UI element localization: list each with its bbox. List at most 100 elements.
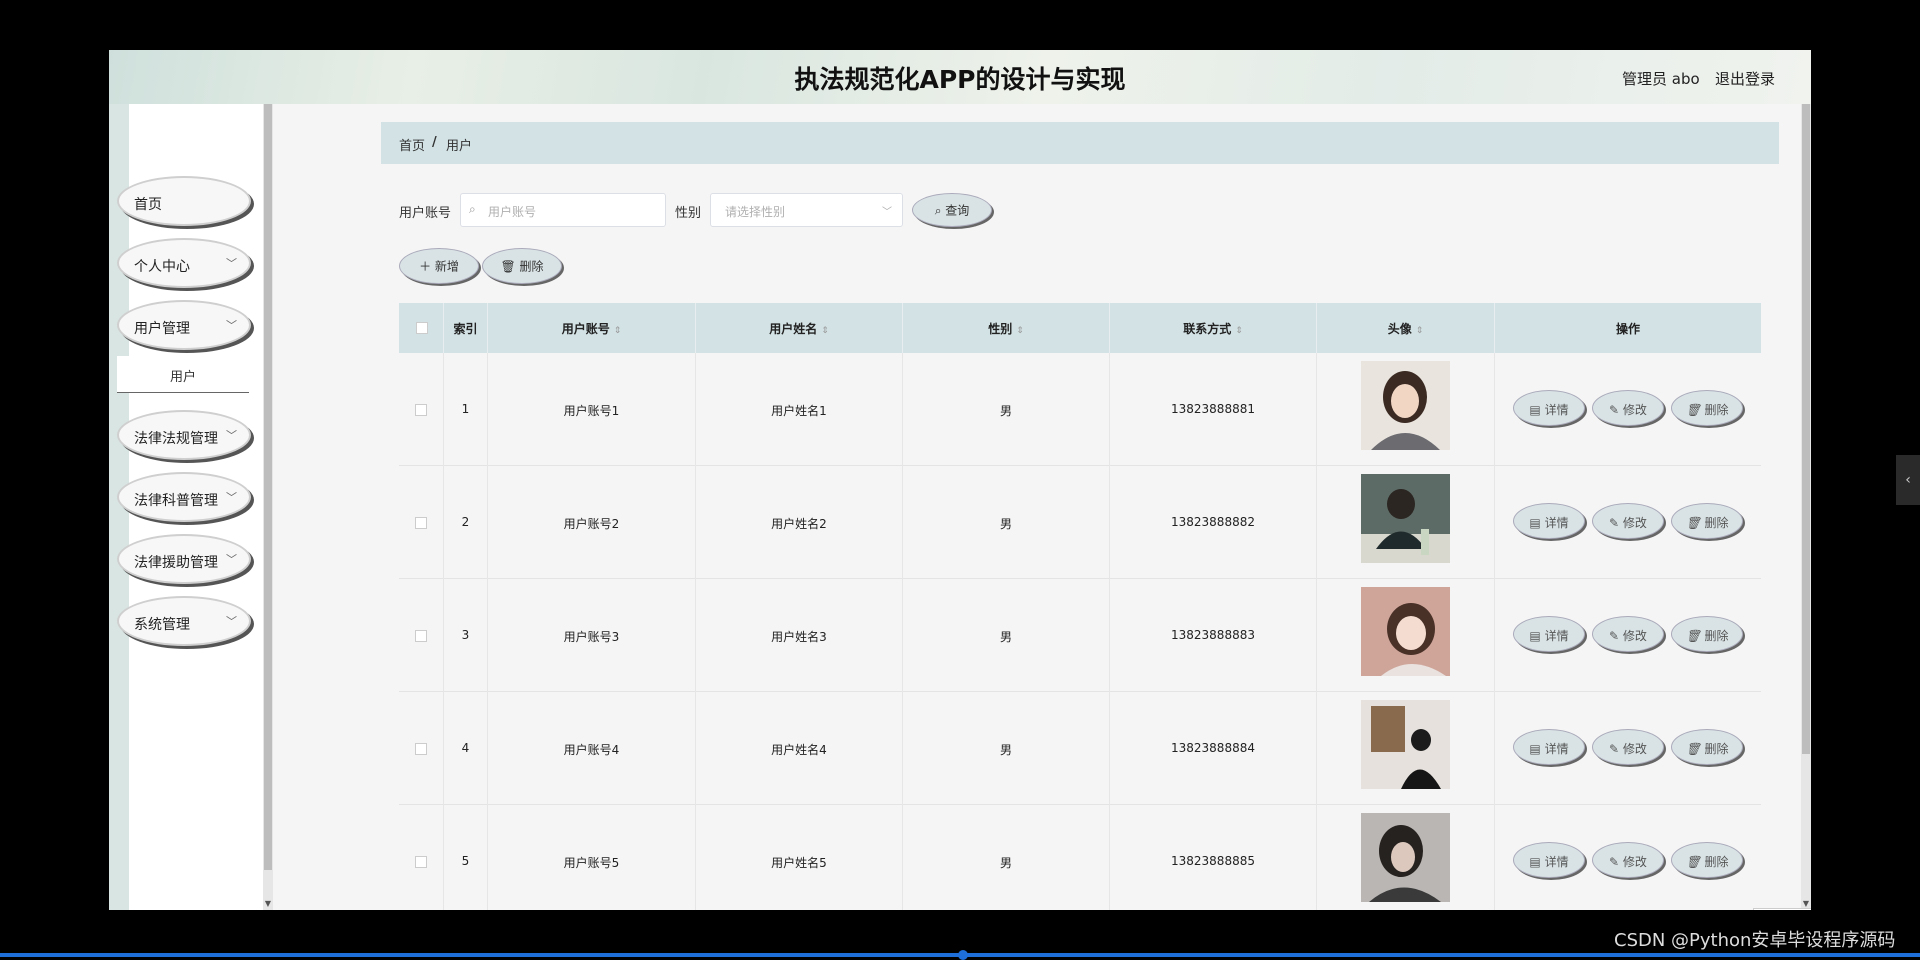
breadcrumb: 首页 / 用户 [381,122,1779,164]
search-icon: ⌕ [469,202,476,216]
gender-filter-label: 性别 [675,206,702,221]
breadcrumb-home[interactable]: 首页 [399,135,425,154]
gender-select-placeholder: 请选择性别 [725,205,786,219]
avatar-image[interactable] [1361,361,1450,450]
row-index: 1 [461,402,470,416]
sort-icon[interactable]: ⇕ [1235,326,1243,336]
account-search-input[interactable]: ⌕ 用户账号 [460,193,666,227]
table-header: 索引 用户账号 ⇕ 用户姓名 ⇕ 性别 ⇕ 联系方式 ⇕ 头像 ⇕ 操作 [399,303,1761,353]
progress-knob[interactable] [958,950,968,960]
account-search-label: 用户账号 [399,206,452,221]
header-label: 索引 [453,322,478,336]
add-button[interactable]: ＋ 新增 [399,248,479,284]
sidebar-item-user-management[interactable]: 用户管理 ﹀ [117,300,251,350]
delete-button-label: 删除 [1704,742,1729,756]
row-phone: 13823888882 [1171,515,1255,529]
app-window: 执法规范化APP的设计与实现 管理员 abo 退出登录 首页 个人中心 ﹀ 用户… [109,50,1811,910]
row-phone: 13823888881 [1171,402,1255,416]
header-avatar[interactable]: 头像 ⇕ [1317,303,1495,353]
row-gender: 男 [999,856,1012,870]
detail-button[interactable]: ▤ 详情 [1513,842,1585,878]
video-progress-bar[interactable] [0,950,1920,960]
sidebar: 首页 个人中心 ﹀ 用户管理 ﹀ 用户 法律法规管理 ﹀ 法律科普管理 ﹀ 法律… [109,104,263,910]
row-name: 用户姓名4 [771,743,827,757]
sort-icon[interactable]: ⇕ [1016,326,1024,336]
sort-icon[interactable]: ⇕ [821,326,829,336]
avatar-image[interactable] [1361,700,1450,789]
header-label: 联系方式 [1183,322,1232,336]
pencil-icon: ✎ [1609,403,1623,417]
detail-button[interactable]: ▤ 详情 [1513,729,1585,765]
avatar-image[interactable] [1361,587,1450,676]
header-label: 头像 [1387,322,1412,336]
main-scrollbar[interactable]: ▼ [1801,104,1811,910]
delete-button[interactable]: 🗑 删除 [1671,616,1743,652]
query-button[interactable]: ⌕ 查询 [912,193,992,227]
row-checkbox[interactable] [415,630,427,642]
delete-button[interactable]: 🗑 删除 [1671,842,1743,878]
sidebar-scrollbar[interactable]: ▼ [263,104,273,910]
row-checkbox[interactable] [415,743,427,755]
detail-button[interactable]: ▤ 详情 [1513,616,1585,652]
collapse-side-panel-button[interactable]: ‹ [1896,455,1920,505]
sidebar-item-laws[interactable]: 法律法规管理 ﹀ [117,410,251,460]
scrollbar-thumb[interactable] [264,104,272,870]
sort-icon[interactable]: ⇕ [614,326,622,336]
header-phone[interactable]: 联系方式 ⇕ [1110,303,1317,353]
sidebar-item-system[interactable]: 系统管理 ﹀ [117,596,251,646]
detail-button[interactable]: ▤ 详情 [1513,503,1585,539]
detail-button[interactable]: ▤ 详情 [1513,390,1585,426]
scrollbar-thumb[interactable] [1802,104,1810,754]
user-table: 索引 用户账号 ⇕ 用户姓名 ⇕ 性别 ⇕ 联系方式 ⇕ 头像 ⇕ 操作 1 用… [399,303,1761,910]
table-row: 3 用户账号3 用户姓名3 男 13823888883 ▤ 详情 ✎ 修改 🗑 … [399,579,1761,692]
scroll-down-arrow-icon[interactable]: ▼ [1801,899,1811,908]
delete-button[interactable]: 🗑 删除 [1671,390,1743,426]
row-checkbox[interactable] [415,517,427,529]
row-index: 2 [461,515,470,529]
edit-button[interactable]: ✎ 修改 [1592,729,1664,765]
delete-button-label: 删除 [519,259,544,274]
sidebar-item-label: 法律法规管理 [134,431,218,447]
header-label: 操作 [1615,322,1640,336]
table-row: 4 用户账号4 用户姓名4 男 13823888884 ▤ 详情 ✎ 修改 🗑 … [399,692,1761,805]
edit-button[interactable]: ✎ 修改 [1592,616,1664,652]
avatar-image[interactable] [1361,474,1450,563]
edit-button[interactable]: ✎ 修改 [1592,842,1664,878]
edit-button[interactable]: ✎ 修改 [1592,390,1664,426]
row-account: 用户账号2 [563,517,620,531]
chevron-down-icon: ﹀ [882,207,892,218]
header-name[interactable]: 用户姓名 ⇕ [696,303,903,353]
sidebar-item-legal-education[interactable]: 法律科普管理 ﹀ [117,472,251,522]
ime-toolbar[interactable]: S 中 •, 🎤 ⌨ 👕 ▦ [1753,908,1811,910]
row-checkbox[interactable] [415,856,427,868]
edit-button-label: 修改 [1622,403,1647,417]
row-index: 3 [461,628,470,642]
document-icon: ▤ [1529,855,1545,869]
gender-select[interactable]: 请选择性别 ﹀ [710,193,903,227]
breadcrumb-separator: / [432,135,437,150]
delete-button-label: 删除 [1704,629,1729,643]
delete-button[interactable]: 🗑 删除 [1671,729,1743,765]
sidebar-item-label: 法律科普管理 [134,493,218,509]
logout-link[interactable]: 退出登录 [1715,68,1775,89]
scroll-down-arrow-icon[interactable]: ▼ [263,899,273,908]
avatar-image[interactable] [1361,813,1450,902]
add-button-label: 新增 [434,259,459,274]
delete-button[interactable]: 🗑 删除 [1671,503,1743,539]
sidebar-item-profile[interactable]: 个人中心 ﹀ [117,238,251,288]
select-all-checkbox[interactable] [416,322,428,334]
sort-icon[interactable]: ⇕ [1416,326,1424,336]
row-account: 用户账号3 [563,630,620,644]
edit-button[interactable]: ✎ 修改 [1592,503,1664,539]
header-gender[interactable]: 性别 ⇕ [903,303,1110,353]
header-actions: 操作 [1495,303,1761,353]
trash-icon: 🗑 [1685,742,1705,756]
header-account[interactable]: 用户账号 ⇕ [488,303,696,353]
submenu-item-user[interactable]: 用户 [117,356,249,393]
bulk-delete-button[interactable]: 🗑 删除 [482,248,562,284]
sidebar-item-legal-aid[interactable]: 法律援助管理 ﹀ [117,534,251,584]
row-checkbox[interactable] [415,404,427,416]
search-icon: ⌕ [934,203,946,218]
sidebar-item-home[interactable]: 首页 [117,176,251,226]
trash-icon: 🗑 [500,259,520,274]
